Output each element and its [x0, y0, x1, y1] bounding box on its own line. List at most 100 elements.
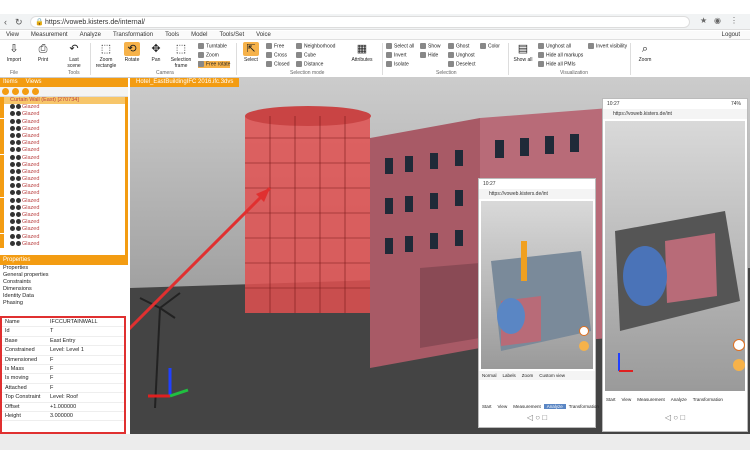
tree-item[interactable]: Glazed	[0, 118, 125, 126]
isolate-option[interactable]: Isolate	[386, 61, 409, 68]
visibility-icon[interactable]	[10, 140, 15, 146]
tree-expander[interactable]	[0, 125, 4, 133]
property-row[interactable]: Constrained Level: Level 1	[2, 346, 124, 356]
phone1-nav-measure[interactable]: Measurement	[510, 404, 544, 409]
phone1-check-icon[interactable]	[579, 341, 589, 351]
phone1-tool-zoom[interactable]: Zoom	[519, 373, 537, 378]
eye-icon[interactable]	[16, 233, 21, 239]
menu-toolset[interactable]: Tools/Set	[213, 31, 250, 40]
visibility-icon[interactable]	[10, 125, 15, 131]
tree-item[interactable]: Glazed	[0, 168, 125, 176]
eye-icon[interactable]	[16, 118, 21, 124]
tree-expander[interactable]	[0, 219, 4, 227]
visibility-icon[interactable]	[10, 111, 15, 117]
tree-item[interactable]: Glazed	[0, 161, 125, 169]
eye-icon[interactable]	[16, 190, 21, 196]
section-constraints[interactable]: Constraints	[0, 279, 128, 286]
tree-item[interactable]: Glazed	[0, 147, 125, 155]
tree-expander[interactable]	[0, 132, 4, 140]
visibility-icon[interactable]	[10, 132, 15, 138]
visibility-icon[interactable]	[10, 226, 15, 232]
tree-expander[interactable]	[0, 118, 4, 126]
turntable-option[interactable]: Turntable	[198, 43, 227, 50]
reload-icon[interactable]: ↻	[15, 17, 23, 28]
back-icon[interactable]: ‹	[4, 17, 7, 27]
eye-icon[interactable]	[16, 219, 21, 225]
tab-views[interactable]: Views	[23, 79, 45, 85]
property-row[interactable]: Height 3.000000	[2, 412, 124, 422]
zoom-button[interactable]: ⌕ Zoom	[634, 42, 656, 63]
visibility-icon[interactable]	[10, 219, 15, 225]
property-row[interactable]: Attached F	[2, 384, 124, 394]
visibility-icon[interactable]	[10, 240, 15, 246]
tree-expander[interactable]	[0, 104, 4, 112]
rotate-button[interactable]: ⟲ Rotate	[120, 42, 144, 63]
tree-expander[interactable]	[0, 111, 4, 119]
tree-item[interactable]: Glazed	[0, 140, 125, 148]
cross-option[interactable]: Cross	[266, 52, 287, 59]
tree-expander[interactable]	[0, 183, 4, 191]
tree-root-item[interactable]: Curtain Wall (East) [270734]	[0, 97, 125, 105]
menu-model[interactable]: Model	[185, 31, 213, 40]
tree-item[interactable]: Glazed	[0, 240, 125, 248]
tree-item[interactable]: Glazed	[0, 212, 125, 219]
tree-item[interactable]: Glazed	[0, 197, 125, 205]
show-option[interactable]: Show	[420, 43, 441, 50]
phone2-3d-view[interactable]	[605, 121, 745, 391]
phone2-nav-analyze[interactable]: Analyze	[668, 397, 690, 402]
eye-icon[interactable]	[16, 111, 21, 117]
select-all-option[interactable]: Select all	[386, 43, 414, 50]
invert-option[interactable]: Invert	[386, 52, 407, 59]
tree-expander[interactable]	[0, 190, 4, 198]
tree-item[interactable]: Glazed	[0, 104, 125, 112]
3d-viewport[interactable]: Hotel_EastBuildingIFC 2016.ifc.3dvs 10:2…	[130, 78, 750, 434]
tree-item[interactable]: Glazed	[0, 132, 125, 140]
eye-icon[interactable]	[16, 125, 21, 131]
section-general[interactable]: General properties	[0, 272, 128, 279]
tree-expander[interactable]	[0, 168, 4, 176]
cube-option[interactable]: Cube	[296, 52, 316, 59]
eye-icon[interactable]	[16, 197, 21, 203]
select-button[interactable]: ⇱ Select	[240, 42, 262, 63]
zoom-rectangle-button[interactable]: ⬚ Zoom rectangle	[94, 42, 118, 69]
phone1-tool-custom[interactable]: Custom view	[536, 373, 568, 378]
zoom-option[interactable]: Zoom	[198, 52, 219, 59]
section-identity[interactable]: Identity Data	[0, 293, 128, 300]
property-row[interactable]: Is moving F	[2, 374, 124, 384]
visibility-icon[interactable]	[10, 190, 15, 196]
tree-item[interactable]: Glazed	[0, 183, 125, 191]
tree-expander[interactable]	[0, 204, 4, 212]
tree-expander[interactable]	[0, 197, 4, 205]
logout-link[interactable]: Logout	[716, 31, 746, 40]
filter-icon[interactable]	[32, 88, 39, 95]
eye-icon[interactable]	[16, 168, 21, 174]
pan-button[interactable]: ✥ Pan	[146, 42, 166, 63]
section-dimensions[interactable]: Dimensions	[0, 286, 128, 293]
tree-expander[interactable]	[0, 240, 4, 248]
eye-icon[interactable]	[16, 140, 21, 146]
section-properties[interactable]: Properties	[0, 265, 128, 272]
visibility-icon[interactable]	[10, 233, 15, 239]
tree-item[interactable]: Glazed	[0, 190, 125, 198]
eye-icon[interactable]	[16, 104, 21, 110]
visibility-icon[interactable]	[10, 161, 15, 167]
eye-icon[interactable]	[16, 147, 21, 153]
property-row[interactable]: Dimensioned F	[2, 356, 124, 365]
tree-item[interactable]: Glazed	[0, 125, 125, 133]
hide-option[interactable]: Hide	[420, 52, 438, 59]
menu-transformation[interactable]: Transformation	[107, 31, 159, 40]
tree-expander[interactable]	[0, 154, 4, 162]
tree-item[interactable]: Glazed	[0, 154, 125, 162]
tree-item[interactable]: Glazed	[0, 233, 125, 241]
phone1-nav-transform[interactable]: Transformation	[566, 404, 602, 409]
visibility-icon[interactable]	[10, 104, 15, 110]
neighborhood-option[interactable]: Neighborhood	[296, 43, 335, 50]
visibility-icon[interactable]	[10, 204, 15, 210]
eye-icon[interactable]	[16, 204, 21, 210]
phone1-close-icon[interactable]	[579, 326, 589, 336]
distance-option[interactable]: Distance	[296, 61, 323, 68]
unghost-all-option[interactable]: Unghost all	[538, 43, 571, 50]
property-row[interactable]: Top Constraint Level: Roof	[2, 393, 124, 403]
closed-option[interactable]: Closed	[266, 61, 290, 68]
ghost-option[interactable]: Ghost	[448, 43, 469, 50]
